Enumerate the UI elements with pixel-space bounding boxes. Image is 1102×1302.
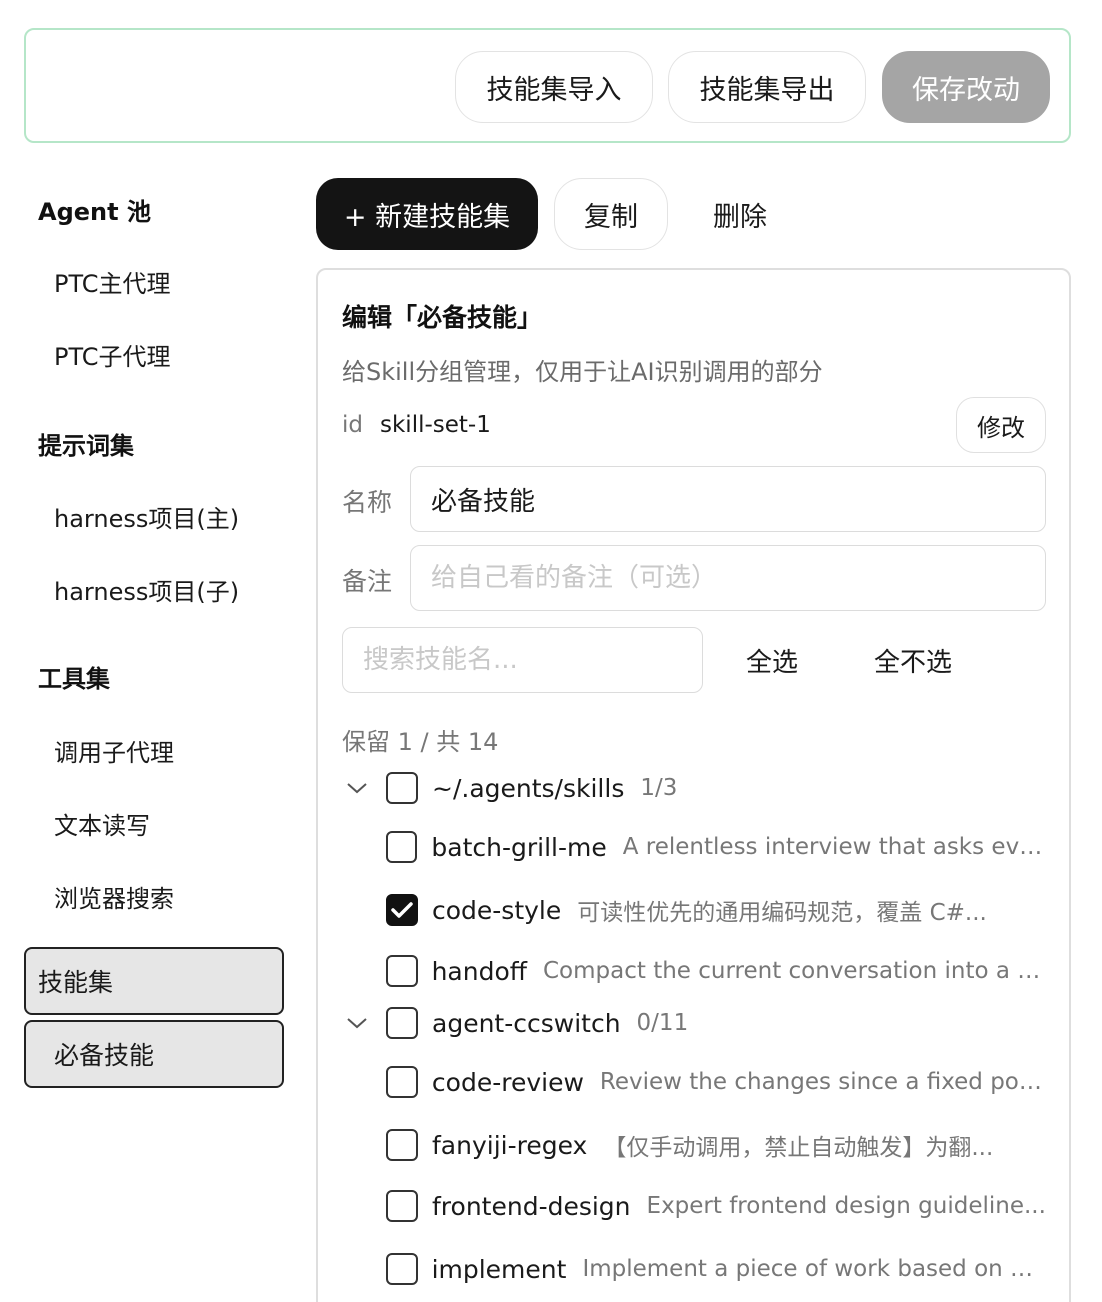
- select-all-button[interactable]: 全选: [746, 627, 798, 693]
- skill-checkbox[interactable]: [386, 955, 418, 987]
- skill-checkbox[interactable]: [386, 1066, 418, 1098]
- skill-row[interactable]: implement Implement a piece of work base…: [386, 1253, 1046, 1285]
- skill-name: fanyiji-regex: [432, 1130, 588, 1160]
- skill-group-row[interactable]: agent-ccswitch 0/11: [342, 1007, 688, 1039]
- name-input[interactable]: [410, 466, 1046, 532]
- skill-checkbox[interactable]: [386, 1129, 418, 1161]
- chevron-down-icon[interactable]: [342, 1011, 372, 1035]
- skill-name: batch-grill-me: [431, 832, 607, 862]
- export-skillset-button[interactable]: 技能集导出: [668, 51, 866, 123]
- skillset-editor-panel: 编辑「必备技能」 给Skill分组管理，仅用于让AI识别调用的部分 id ski…: [316, 268, 1071, 1302]
- skill-name: handoff: [431, 956, 527, 986]
- sidebar-item-text-rw[interactable]: 文本读写: [54, 806, 150, 841]
- group-checkbox[interactable]: [386, 1007, 418, 1039]
- skill-row[interactable]: code-review Review the changes since a f…: [386, 1066, 1046, 1098]
- skill-row[interactable]: batch-grill-me A relentless interview th…: [386, 831, 1046, 863]
- skill-description: 【仅手动调用，禁止自动触发】为翻...: [603, 1135, 994, 1161]
- skill-description: Compact the current conversation into a …: [542, 958, 1046, 984]
- modify-id-button[interactable]: 修改: [956, 397, 1046, 453]
- sidebar-item-browser-search[interactable]: 浏览器搜索: [54, 879, 174, 914]
- save-changes-button[interactable]: 保存改动: [882, 51, 1050, 123]
- sidebar-item-call-subagent[interactable]: 调用子代理: [54, 733, 174, 768]
- section-title-prompt-set: 提示词集: [38, 432, 134, 460]
- note-label: 备注: [342, 567, 393, 596]
- editor-title: 编辑「必备技能」: [342, 303, 543, 332]
- sidebar-item-harness-sub[interactable]: harness项目(子): [54, 572, 239, 607]
- keep-count: 保留 1 / 共 14: [342, 728, 499, 756]
- sidebar-item-ptc-sub-agent[interactable]: PTC子代理: [54, 337, 170, 372]
- skill-row[interactable]: frontend-design Expert frontend design g…: [386, 1190, 1046, 1222]
- sidebar-item-harness-main[interactable]: harness项目(主): [54, 499, 239, 534]
- group-name: agent-ccswitch: [432, 1008, 621, 1038]
- top-toolbar: 技能集导入 技能集导出 保存改动: [24, 28, 1071, 143]
- copy-button[interactable]: 复制: [554, 178, 668, 250]
- sidebar-skill-set-label: 技能集: [38, 968, 114, 997]
- skill-description: Implement a piece of work based on a ...: [582, 1256, 1046, 1282]
- skill-checkbox[interactable]: [386, 1253, 418, 1285]
- skill-search-input[interactable]: [342, 627, 703, 693]
- note-input[interactable]: [410, 545, 1046, 611]
- section-title-agent-pool: Agent 池: [38, 198, 151, 226]
- import-skillset-button[interactable]: 技能集导入: [455, 51, 653, 123]
- skill-checkbox[interactable]: [386, 894, 418, 926]
- skill-checkbox[interactable]: [386, 1190, 418, 1222]
- select-none-button[interactable]: 全不选: [874, 627, 952, 693]
- group-count: 1/3: [640, 775, 678, 801]
- chevron-down-icon[interactable]: [342, 776, 372, 800]
- section-title-tool-set: 工具集: [38, 665, 110, 693]
- group-checkbox[interactable]: [386, 772, 418, 804]
- new-skillset-button[interactable]: + 新建技能集: [316, 178, 538, 250]
- skill-row[interactable]: code-style 可读性优先的通用编码规范，覆盖 C#...: [386, 893, 1046, 927]
- skill-name: code-style: [432, 895, 562, 925]
- skill-description: Review the changes since a fixed poi...: [599, 1069, 1046, 1095]
- sidebar-item-ptc-main-agent[interactable]: PTC主代理: [54, 264, 170, 299]
- id-value: skill-set-1: [380, 412, 491, 438]
- skill-description: 可读性优先的通用编码规范，覆盖 C#...: [577, 900, 987, 926]
- skill-description: Expert frontend design guideline...: [646, 1193, 1046, 1219]
- skill-row[interactable]: fanyiji-regex 【仅手动调用，禁止自动触发】为翻...: [386, 1128, 1046, 1162]
- skill-name: implement: [431, 1254, 567, 1284]
- delete-button[interactable]: 删除: [684, 178, 796, 250]
- skill-row[interactable]: handoff Compact the current conversation…: [386, 955, 1046, 987]
- skill-name: code-review: [431, 1067, 584, 1097]
- skill-checkbox[interactable]: [386, 831, 418, 863]
- check-icon: [391, 902, 413, 918]
- group-name: ~/.agents/skills: [432, 773, 625, 803]
- sidebar-item-required-skills[interactable]: 必备技能: [24, 1020, 284, 1088]
- name-label: 名称: [342, 488, 393, 517]
- sidebar-section-skill-set[interactable]: 技能集: [24, 947, 284, 1015]
- editor-description: 给Skill分组管理，仅用于让AI识别调用的部分: [342, 358, 823, 386]
- skill-name: frontend-design: [432, 1191, 631, 1221]
- sidebar-required-skills-label: 必备技能: [54, 1041, 155, 1070]
- group-count: 0/11: [636, 1010, 689, 1036]
- id-label: id: [342, 412, 363, 438]
- skill-description: A relentless interview that asks eve...: [622, 834, 1046, 860]
- skill-group-row[interactable]: ~/.agents/skills 1/3: [342, 772, 677, 804]
